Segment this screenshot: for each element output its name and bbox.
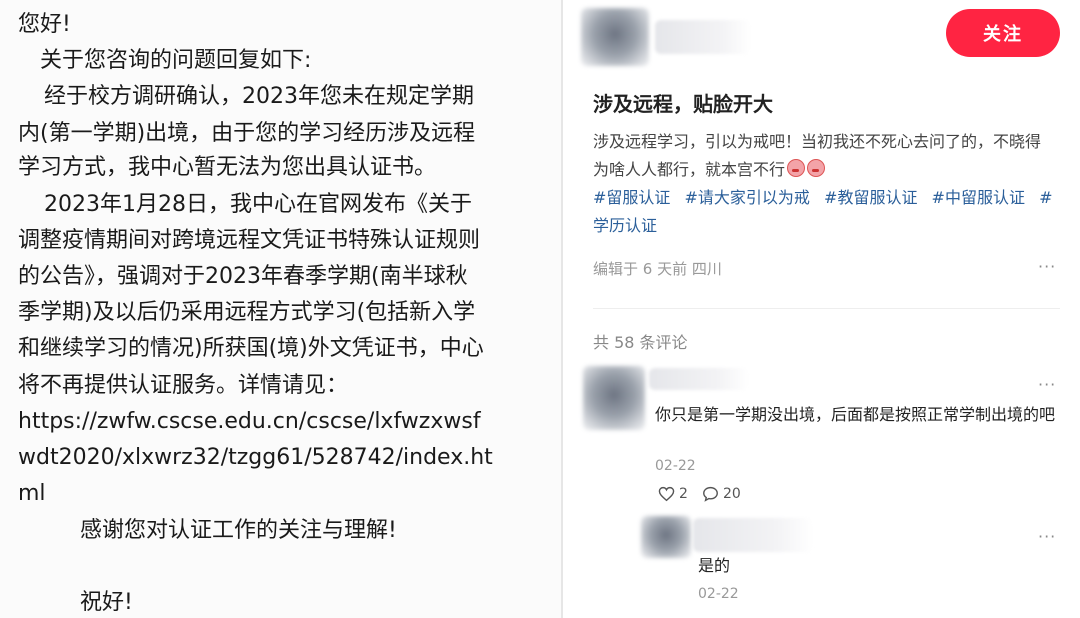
like-button[interactable]: 2 [658, 486, 688, 502]
section-divider [593, 308, 1060, 309]
commenter-name[interactable] [649, 368, 749, 390]
comment-more-icon[interactable]: ··· [1038, 375, 1056, 394]
reply-avatar[interactable] [641, 516, 691, 558]
email-paragraph-line: 2023年1月28日，我中心在官网发布《关于 [44, 192, 472, 217]
hashtag[interactable]: #教留服认证 [824, 188, 917, 207]
email-paragraph-line: 调整疫情期间对跨境远程文凭证书特殊认证规则 [18, 228, 481, 253]
post-title: 涉及远程，贴脸开大 [593, 92, 773, 116]
email-greeting: 您好! [18, 12, 71, 37]
comment-count: 共 58 条评论 [593, 333, 688, 352]
hashtag[interactable]: #留服认证 [593, 188, 670, 207]
heart-icon [658, 486, 675, 502]
email-reply-panel: 您好! 关于您咨询的问题回复如下: 经于校方调研确认，2023年您未在规定学期 … [0, 0, 562, 618]
email-paragraph-line: 学习方式，我中心暂无法为您出具认证书。 [18, 155, 437, 180]
email-url-line: ml [18, 481, 46, 506]
email-paragraph-line: 将不再提供认证服务。详情请见： [18, 373, 349, 398]
post-body: 涉及远程学习，引以为戒吧！当初我还不死心去问了的，不晓得为啥人人都行，就本宫不行 [593, 128, 1051, 184]
commenter-avatar[interactable] [583, 366, 645, 430]
author-avatar[interactable] [581, 8, 649, 66]
reply-button[interactable]: 20 [702, 486, 741, 502]
reply-text: 是的 [698, 556, 731, 575]
comment-date: 02-22 [655, 458, 696, 474]
post-meta: 编辑于 6 天前 四川 [593, 260, 722, 278]
reply-more-icon[interactable]: ··· [1038, 527, 1056, 546]
post-more-icon[interactable]: ··· [1038, 257, 1056, 276]
email-paragraph-line: 和继续学习的情况)所获国(境)外文凭证书，中心 [18, 336, 484, 361]
reply-author-name[interactable] [693, 518, 813, 552]
email-closing: 祝好! [80, 590, 133, 615]
hashtag[interactable]: #中留服认证 [932, 188, 1025, 207]
like-count: 2 [679, 486, 688, 502]
email-url-line: wdt2020/xlxwrz32/tzgg61/528742/index.ht [18, 445, 493, 470]
email-paragraph-line: 季学期)及以后仍采用远程方式学习(包括新入学 [18, 300, 476, 325]
follow-button[interactable]: 关注 [946, 9, 1060, 57]
email-thanks: 感谢您对认证工作的关注与理解! [80, 518, 397, 543]
social-post-panel: 关注 涉及远程，贴脸开大 涉及远程学习，引以为戒吧！当初我还不死心去问了的，不晓… [563, 0, 1080, 618]
email-paragraph-line: 内(第一学期)出境，由于您的学习经历涉及远程 [18, 121, 476, 146]
comment-bubble-icon [703, 486, 718, 502]
angry-emoji-icon [787, 159, 806, 177]
comment-text: 你只是第一学期没出境，后面都是按照正常学制出境的吧 [655, 405, 1056, 424]
reply-count: 20 [723, 486, 741, 502]
email-url-line: https://zwfw.cscse.edu.cn/cscse/lxfwzxws… [18, 409, 481, 434]
author-name[interactable] [655, 20, 751, 54]
email-paragraph-line: 经于校方调研确认，2023年您未在规定学期 [44, 84, 474, 109]
post-tags: #留服认证 #请大家引以为戒 #教留服认证 #中留服认证 #学历认证 [593, 184, 1058, 240]
reply-date: 02-22 [698, 586, 739, 602]
hashtag[interactable]: #请大家引以为戒 [685, 188, 810, 207]
email-intro: 关于您咨询的问题回复如下: [40, 48, 312, 73]
email-paragraph-line: 的公告》，强调对于2023年春季学期(南半球秋 [18, 264, 468, 289]
angry-emoji-icon [807, 159, 826, 177]
